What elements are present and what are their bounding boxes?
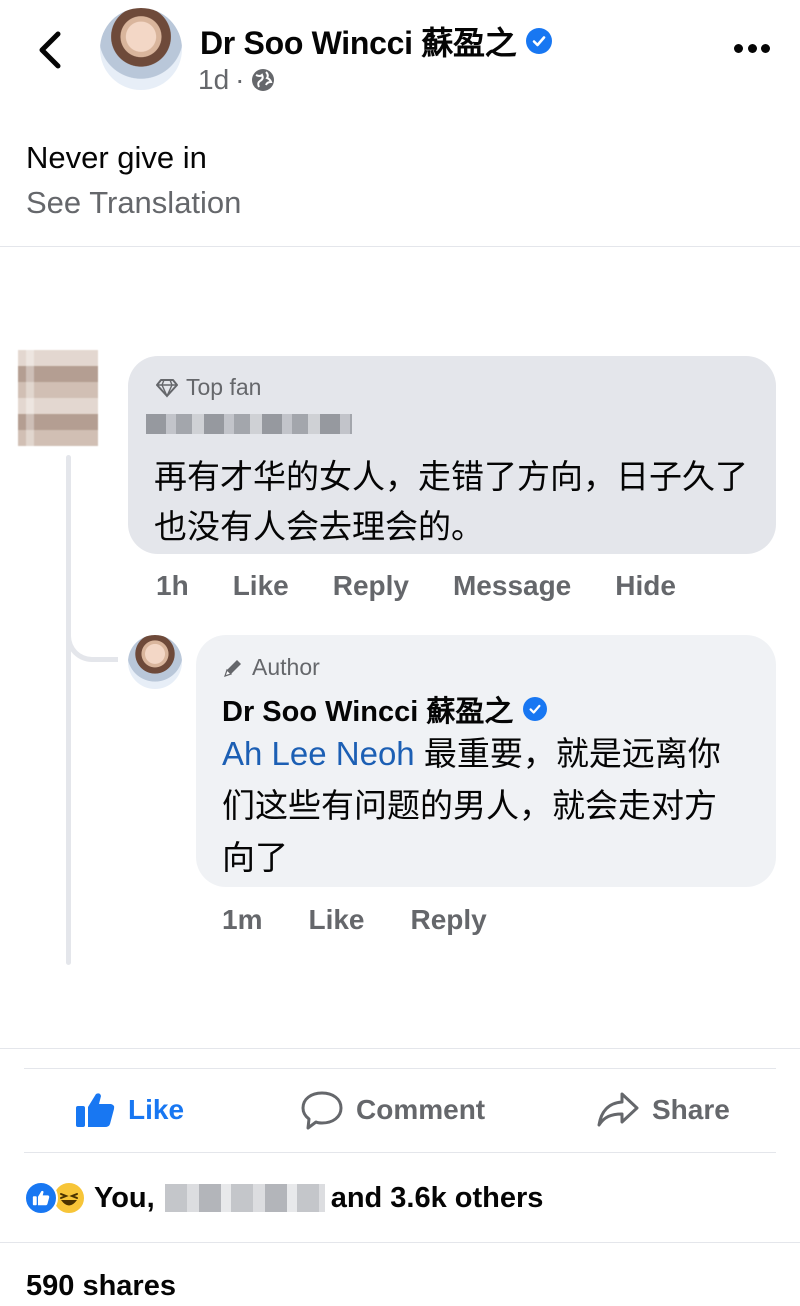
comment-hide-button[interactable]: Hide bbox=[615, 570, 676, 602]
comment-button[interactable]: Comment bbox=[300, 1088, 485, 1132]
divider bbox=[0, 246, 800, 247]
comment-like-button[interactable]: Like bbox=[233, 570, 289, 602]
verified-badge-icon bbox=[526, 28, 553, 54]
comment-reply-button[interactable]: Reply bbox=[333, 570, 409, 602]
reply-time[interactable]: 1m bbox=[222, 904, 262, 936]
divider bbox=[24, 1068, 776, 1069]
reactions-summary[interactable]: You, and 3.6k others bbox=[24, 1178, 543, 1218]
page-name-label[interactable]: Dr Soo Wincci 蘇盈之 bbox=[200, 18, 517, 64]
back-icon[interactable] bbox=[30, 28, 70, 72]
see-translation-link[interactable]: See Translation bbox=[26, 185, 241, 221]
share-label: Share bbox=[652, 1094, 730, 1125]
author-avatar[interactable] bbox=[128, 635, 182, 689]
more-options-icon[interactable] bbox=[734, 44, 770, 54]
thread-connector bbox=[66, 610, 118, 662]
comment-message-button[interactable]: Message bbox=[453, 570, 571, 602]
globe-icon bbox=[252, 69, 275, 91]
divider bbox=[0, 1242, 800, 1243]
reply-reply-button[interactable]: Reply bbox=[411, 904, 487, 936]
reply-text: Ah Lee Neoh 最重要，就是远离你们这些有问题的男人，就会走对方向了 bbox=[222, 728, 742, 884]
commenter-name-blurred[interactable] bbox=[146, 414, 352, 434]
reply-actions: 1m Like Reply bbox=[222, 904, 533, 936]
like-reaction-icon bbox=[24, 1181, 58, 1215]
comment-icon bbox=[301, 1091, 343, 1130]
shares-count[interactable]: 590 shares bbox=[26, 1270, 176, 1303]
badge-label: Top fan bbox=[186, 374, 262, 400]
author-badge: Author bbox=[222, 654, 320, 681]
pen-icon bbox=[224, 659, 241, 677]
post-timestamp[interactable]: 1d bbox=[198, 64, 229, 96]
reply-author[interactable]: Dr Soo Wincci 蘇盈之 bbox=[222, 688, 548, 730]
diamond-icon bbox=[156, 378, 178, 398]
verified-badge-icon bbox=[523, 697, 548, 721]
reply-author-name[interactable]: Dr Soo Wincci 蘇盈之 bbox=[222, 688, 513, 730]
comment-actions: 1h Like Reply Message Hide bbox=[156, 570, 720, 602]
divider bbox=[0, 1048, 800, 1049]
badge-label: Author bbox=[252, 654, 320, 680]
reactions-count: and 3.6k others bbox=[330, 1181, 544, 1214]
share-button[interactable]: Share bbox=[596, 1088, 730, 1132]
comment-text: 再有才华的女人，走错了方向，日子久了也没有人会去理会的。 bbox=[154, 458, 748, 545]
thumbs-up-icon bbox=[76, 1093, 115, 1127]
like-button[interactable]: Like bbox=[74, 1088, 184, 1132]
thread-line bbox=[66, 455, 71, 965]
comment-time[interactable]: 1h bbox=[156, 570, 189, 602]
share-icon bbox=[597, 1092, 639, 1127]
meta-separator: · bbox=[235, 64, 245, 95]
post-text: Never give in bbox=[26, 140, 207, 175]
page-avatar[interactable] bbox=[100, 8, 182, 90]
comment-label: Comment bbox=[356, 1094, 486, 1125]
like-label: Like bbox=[128, 1094, 185, 1125]
divider bbox=[24, 1152, 776, 1153]
reactor-names-blurred bbox=[164, 1184, 325, 1212]
mention-link[interactable]: Ah Lee Neoh bbox=[222, 735, 415, 772]
post-meta: 1d · bbox=[198, 64, 276, 96]
page-name[interactable]: Dr Soo Wincci 蘇盈之 bbox=[200, 18, 553, 64]
top-fan-badge: Top fan bbox=[156, 374, 261, 401]
reactions-you: You, bbox=[94, 1181, 155, 1214]
commenter-avatar-blurred[interactable] bbox=[18, 350, 98, 446]
reply-like-button[interactable]: Like bbox=[308, 904, 364, 936]
